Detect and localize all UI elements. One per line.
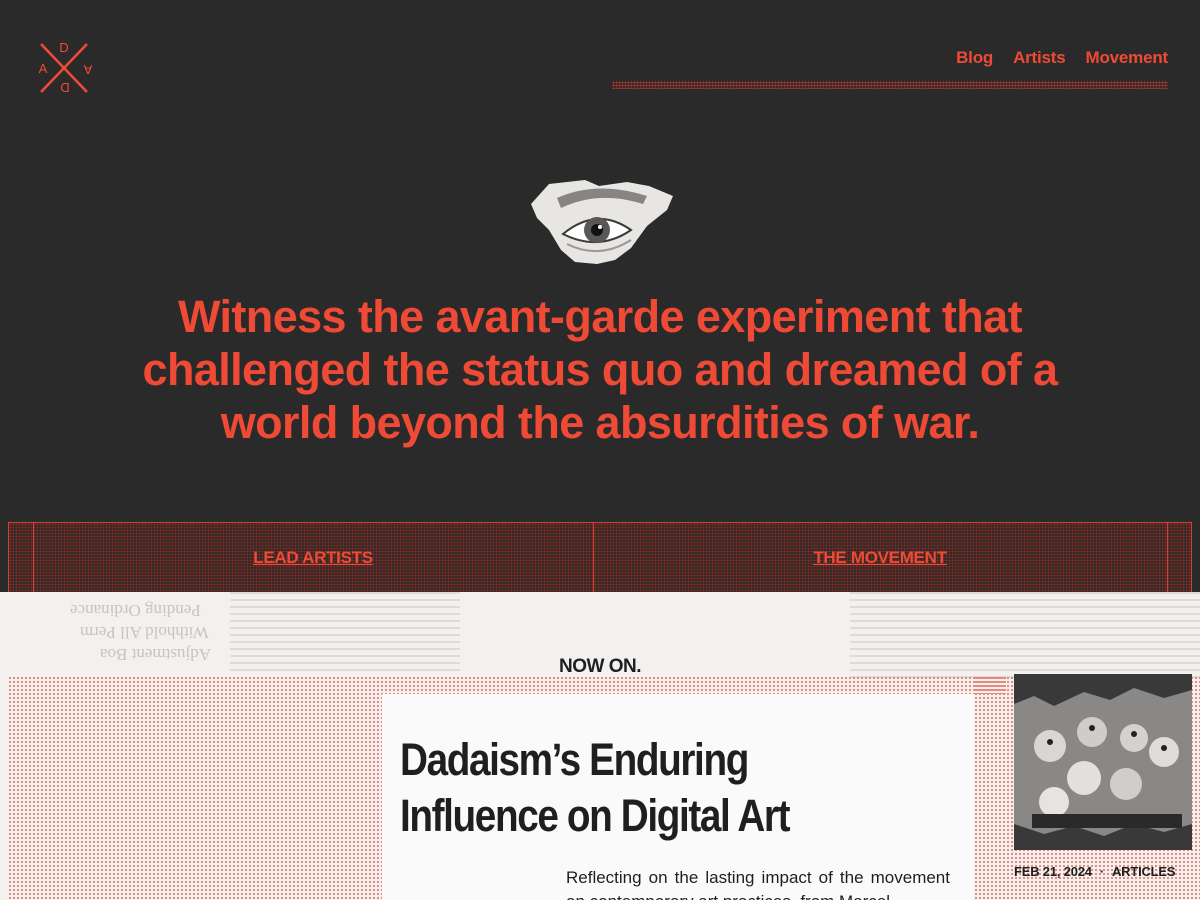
- main-nav: Blog Artists Movement: [956, 48, 1168, 68]
- logo-letter-bottom: D: [60, 80, 69, 95]
- tab-the-movement[interactable]: THE MOVEMENT: [593, 523, 1167, 593]
- article-excerpt: Reflecting on the lasting impact of the …: [566, 868, 950, 900]
- halftone-dots: [380, 676, 1006, 694]
- dada-logo-icon: D A D A: [39, 40, 92, 95]
- article-title[interactable]: Dadaism’s Enduring Influence on Digital …: [400, 732, 882, 844]
- article-meta: FEB 21, 2024 · ARTICLES: [1014, 864, 1176, 879]
- nav-link-movement[interactable]: Movement: [1086, 48, 1169, 68]
- eye-icon: [531, 180, 673, 264]
- article-date: FEB 21, 2024: [1014, 864, 1092, 879]
- tab-lead-artists-label[interactable]: LEAD ARTISTS: [253, 548, 373, 568]
- tab-divider: [1167, 523, 1168, 593]
- logo-letter-left: A: [39, 61, 48, 76]
- halftone-dots: [8, 676, 382, 900]
- newspaper-ghost-text: Pending Ordinance: [70, 601, 201, 620]
- section-tabs: LEAD ARTISTS THE MOVEMENT: [8, 522, 1192, 594]
- hero-section: D A D A Blog Artists Movement Witness th…: [0, 0, 1200, 592]
- nav-link-blog[interactable]: Blog: [956, 48, 993, 68]
- nav-dotted-rule: [612, 81, 1168, 89]
- newspaper-ghost-text: Withhold All Perm: [80, 623, 209, 642]
- article-photo[interactable]: [1014, 674, 1192, 850]
- article-category[interactable]: ARTICLES: [1112, 864, 1176, 879]
- meta-separator: ·: [1099, 864, 1104, 879]
- logo-letter-right: A: [83, 62, 92, 77]
- tab-lead-artists[interactable]: LEAD ARTISTS: [33, 523, 593, 593]
- featured-article-card[interactable]: Dadaism’s Enduring Influence on Digital …: [382, 694, 974, 900]
- dada-logo[interactable]: D A D A: [32, 38, 92, 96]
- group-photo-icon: [1014, 674, 1192, 850]
- nav-link-artists[interactable]: Artists: [1013, 48, 1066, 68]
- logo-letter-top: D: [59, 40, 68, 55]
- eye-collage-image: [527, 178, 675, 266]
- hero-headline: Witness the avant-garde experiment that …: [142, 291, 1059, 448]
- tab-the-movement-label[interactable]: THE MOVEMENT: [813, 548, 947, 568]
